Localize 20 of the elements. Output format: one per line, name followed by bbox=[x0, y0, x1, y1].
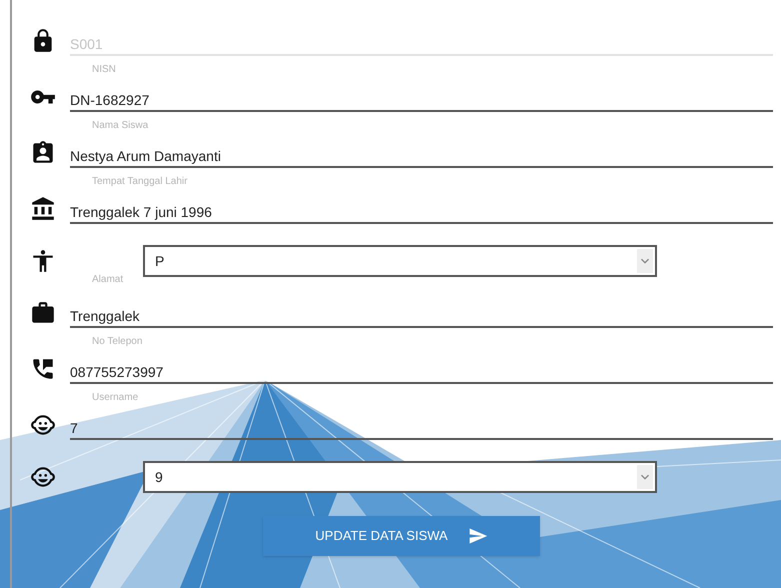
briefcase-icon bbox=[30, 300, 56, 326]
field-label: Tempat Tanggal Lahir bbox=[92, 174, 188, 188]
update-button[interactable]: UPDATE DATA SISWA bbox=[263, 516, 540, 556]
field-label: Alamat bbox=[92, 274, 124, 285]
input-field[interactable]: 7 bbox=[70, 419, 773, 440]
field-label: Nama Siswa bbox=[92, 118, 148, 132]
input-field[interactable]: DN-1682927 bbox=[70, 91, 773, 112]
bank-building-icon bbox=[30, 196, 56, 222]
input-field[interactable]: 087755273997 bbox=[70, 363, 773, 384]
field-label: No Telepon bbox=[92, 334, 142, 348]
input-field[interactable]: Nestya Arum Damayanti bbox=[70, 147, 773, 168]
input-field[interactable]: Trenggalek 7 juni 1996 bbox=[70, 203, 773, 224]
field-label: NISN bbox=[92, 62, 116, 76]
select-dropdown[interactable]: P bbox=[143, 245, 657, 277]
send-icon bbox=[468, 526, 488, 546]
field-label: Username bbox=[92, 390, 138, 404]
caret-icon bbox=[637, 465, 653, 489]
select-dropdown[interactable]: 9 bbox=[143, 461, 657, 493]
caret-icon bbox=[637, 249, 653, 273]
input-field[interactable]: Trenggalek bbox=[70, 307, 773, 328]
